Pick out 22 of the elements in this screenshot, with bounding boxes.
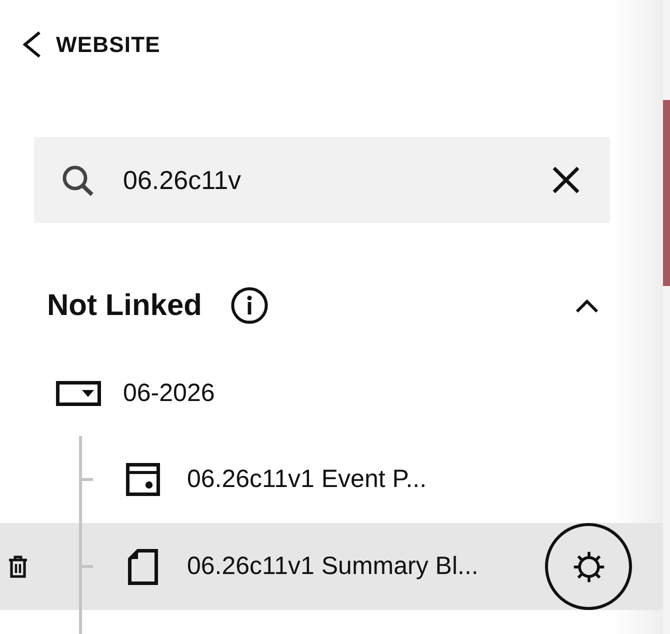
scrollbar-thumb[interactable] — [663, 100, 670, 286]
page-icon — [128, 548, 158, 585]
search-icon — [62, 164, 95, 196]
folder-label[interactable]: 06-2026 — [123, 378, 215, 408]
search-query: 06.26c11v — [123, 164, 242, 196]
page-title: 06.26c11v1 Summary Bl... — [187, 552, 478, 582]
trash-icon[interactable] — [8, 554, 28, 579]
info-icon[interactable] — [231, 287, 268, 324]
section-title: Not Linked — [47, 288, 202, 323]
page-title: 06.26c11v1 Event P... — [187, 465, 427, 494]
page-row[interactable]: 06.26c11v1 Summary Bl... — [0, 523, 663, 610]
page-row[interactable]: 06.26c11v1 Event P... — [0, 436, 663, 524]
search-field[interactable]: 06.26c11v — [34, 136, 610, 224]
settings-icon — [572, 550, 606, 584]
chevron-left-icon — [22, 31, 42, 58]
dropdown-box-icon — [56, 380, 101, 406]
chevron-up-icon[interactable] — [575, 298, 599, 313]
tree-line — [79, 610, 82, 634]
back-button[interactable]: WEBSITE — [22, 31, 160, 58]
settings-button[interactable] — [545, 523, 632, 610]
calendar-icon — [126, 463, 160, 496]
clear-icon[interactable] — [552, 166, 580, 194]
